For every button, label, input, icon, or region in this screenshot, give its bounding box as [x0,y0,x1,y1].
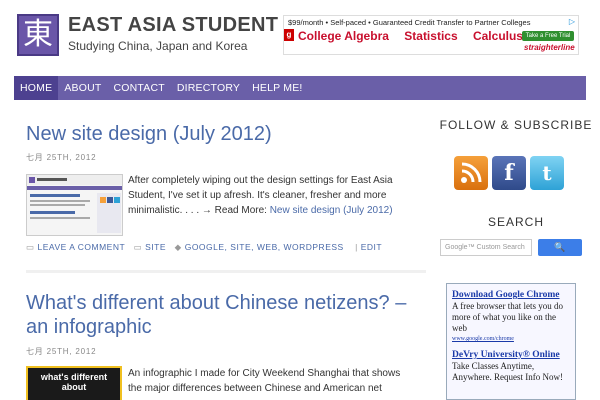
search-heading: SEARCH [487,215,544,229]
logo-glyph: 東 [23,17,53,52]
post-excerpt: After completely wiping out the design s… [128,173,408,218]
ad-headline[interactable]: DeVry University® Online [452,350,570,360]
social-icons: f t [454,156,564,190]
post-thumbnail[interactable] [26,174,123,236]
site-header: 東 EAST ASIA STUDENT Studying China, Japa… [0,0,600,76]
sidebar-ad[interactable]: Download Google Chrome A free browser th… [446,283,576,400]
banner-ad-links: College Algebra Statistics Calculus [298,29,535,43]
banner-ad-brand[interactable]: straighterline [524,43,575,52]
folder-icon: ▭ [133,242,143,252]
free-trial-button[interactable]: Take a Free Trial [522,31,574,41]
banner-ad-link[interactable]: College Algebra [298,29,389,43]
search-form: Google™ Custom Search 🔍 [440,239,582,257]
banner-ad-link[interactable]: Calculus [473,29,523,43]
main-content: New site design (July 2012) 七月 25TH, 201… [14,100,432,400]
site-tagline: Studying China, Japan and Korea [68,39,248,53]
adchoices-icon[interactable]: ▷ [569,17,575,26]
ad-headline[interactable]: Download Google Chrome [452,290,570,300]
nav-contact[interactable]: CONTACT [107,76,170,100]
post-title[interactable]: New site design (July 2012) [26,122,272,146]
search-input[interactable]: Google™ Custom Search [440,239,532,256]
nav-home[interactable]: HOME [14,76,59,100]
nav-directory[interactable]: DIRECTORY [171,76,246,100]
post-meta: ▭ LEAVE A COMMENT ▭ SITE ◆ GOOGLE, SITE, WE… [26,242,382,253]
ad-text: A free browser that lets you do more of … [452,301,563,333]
post-date: 七月 25TH, 2012 [26,347,97,356]
category-link[interactable]: SITE [145,242,166,252]
leave-comment-link[interactable]: LEAVE A COMMENT [38,242,126,252]
ad-url[interactable]: www.google.com/chrome [452,336,570,342]
post-title[interactable]: What's different about Chinese netizens?… [26,291,426,339]
post-date: 七月 25TH, 2012 [26,153,97,162]
post-divider [26,270,426,273]
meta-separator: | [355,242,358,252]
read-more-link[interactable]: New site design (July 2012) [270,205,393,216]
nav-about[interactable]: ABOUT [58,76,107,100]
banner-ad-headline: $99/month • Self-paced • Guaranteed Cred… [288,18,531,27]
comment-icon: ▭ [26,242,35,252]
search-button[interactable]: 🔍 [538,239,582,256]
banner-ad[interactable]: $99/month • Self-paced • Guaranteed Cred… [283,15,579,55]
follow-heading: FOLLOW & SUBSCRIBE [439,118,593,132]
sidebar: FOLLOW & SUBSCRIBE f t SEARCH Google™ Cu… [432,100,600,400]
rss-icon[interactable] [454,156,488,190]
nav-help[interactable]: HELP ME! [246,76,308,100]
ad-text: Take Classes Anytime, Anywhere. Request … [452,361,563,382]
edit-link[interactable]: EDIT [361,242,382,252]
main-nav: HOME ABOUT CONTACT DIRECTORY HELP ME! [14,76,586,100]
site-logo[interactable]: 東 [17,14,59,56]
infographic-thumbnail[interactable]: what's different about [26,366,122,400]
site-title[interactable]: EAST ASIA STUDENT [68,14,278,37]
facebook-icon[interactable]: f [492,156,526,190]
twitter-icon[interactable]: t [530,156,564,190]
search-icon: 🔍 [554,242,566,252]
banner-ad-link[interactable]: Statistics [404,29,457,43]
tags-links[interactable]: GOOGLE, SITE, WEB, WORDPRESS [185,242,344,252]
post-excerpt: An infographic I made for City Weekend S… [128,368,401,400]
tag-icon: ◆ [174,242,182,252]
google-plus-icon: g [284,29,294,41]
